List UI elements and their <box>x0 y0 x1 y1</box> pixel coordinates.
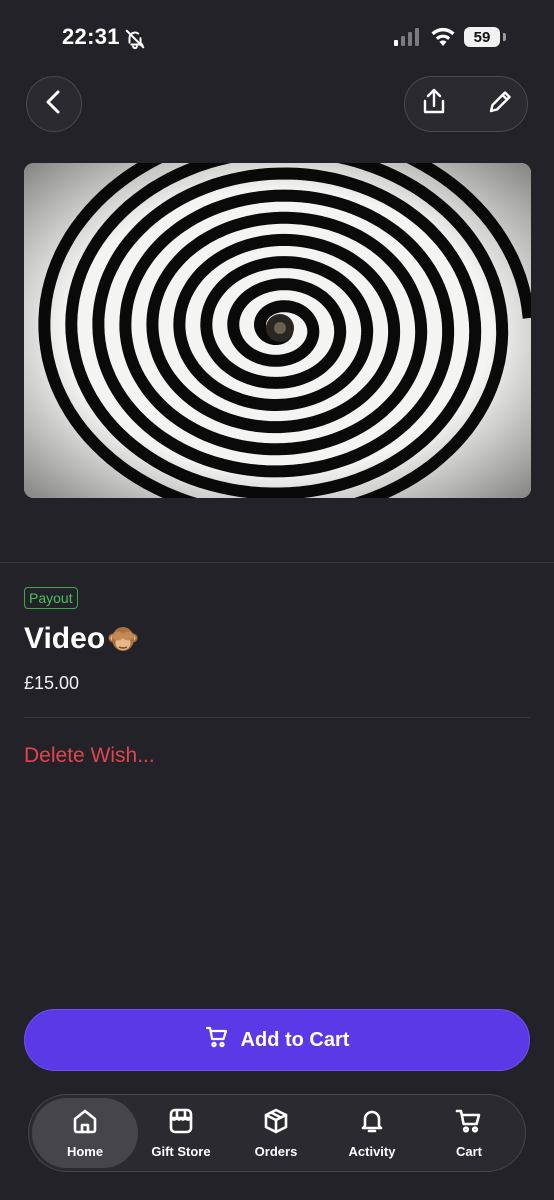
back-button[interactable] <box>26 76 82 132</box>
store-icon <box>167 1107 195 1138</box>
home-icon <box>71 1107 99 1138</box>
section-divider <box>0 562 554 563</box>
wish-title: Video <box>24 622 139 656</box>
tab-home-label: Home <box>66 1144 104 1159</box>
pencil-icon <box>487 89 513 120</box>
share-icon <box>421 88 447 121</box>
share-button[interactable] <box>412 80 456 128</box>
edit-button[interactable] <box>478 80 522 128</box>
wish-title-text: Video <box>24 622 106 655</box>
wish-image <box>24 163 531 498</box>
cart-icon <box>205 1025 229 1055</box>
cart-icon <box>455 1107 483 1138</box>
see-no-evil-monkey-icon <box>107 623 139 655</box>
battery-icon: 59 <box>464 27 500 47</box>
wish-price: £15.00 <box>24 673 80 693</box>
delete-wish-link[interactable]: Delete Wish... <box>24 744 155 768</box>
tab-orders-label: Orders <box>254 1144 298 1159</box>
details-divider <box>24 717 530 718</box>
status-bar: 22:31 59 <box>0 0 554 76</box>
add-to-cart-label: Add to Cart <box>240 1028 350 1051</box>
tab-gift-store-label: Gift Store <box>151 1144 211 1159</box>
box-icon <box>262 1107 290 1138</box>
wifi-icon <box>430 26 456 46</box>
tab-activity-label: Activity <box>348 1144 396 1159</box>
tab-cart-label: Cart <box>455 1144 482 1159</box>
tab-activity[interactable]: Activity <box>322 1098 422 1168</box>
bell-off-icon <box>124 28 146 50</box>
status-time: 22:31 <box>62 24 120 49</box>
signal-icon <box>394 28 420 46</box>
chevron-left-icon <box>43 89 65 120</box>
tab-orders[interactable]: Orders <box>226 1098 326 1168</box>
battery-tip <box>503 33 506 41</box>
bell-icon <box>358 1107 386 1138</box>
tab-home[interactable]: Home <box>32 1098 138 1168</box>
payout-badge: Payout <box>24 587 78 609</box>
tab-cart[interactable]: Cart <box>419 1098 519 1168</box>
add-to-cart-button[interactable]: Add to Cart <box>24 1009 530 1071</box>
tab-gift-store[interactable]: Gift Store <box>131 1098 231 1168</box>
